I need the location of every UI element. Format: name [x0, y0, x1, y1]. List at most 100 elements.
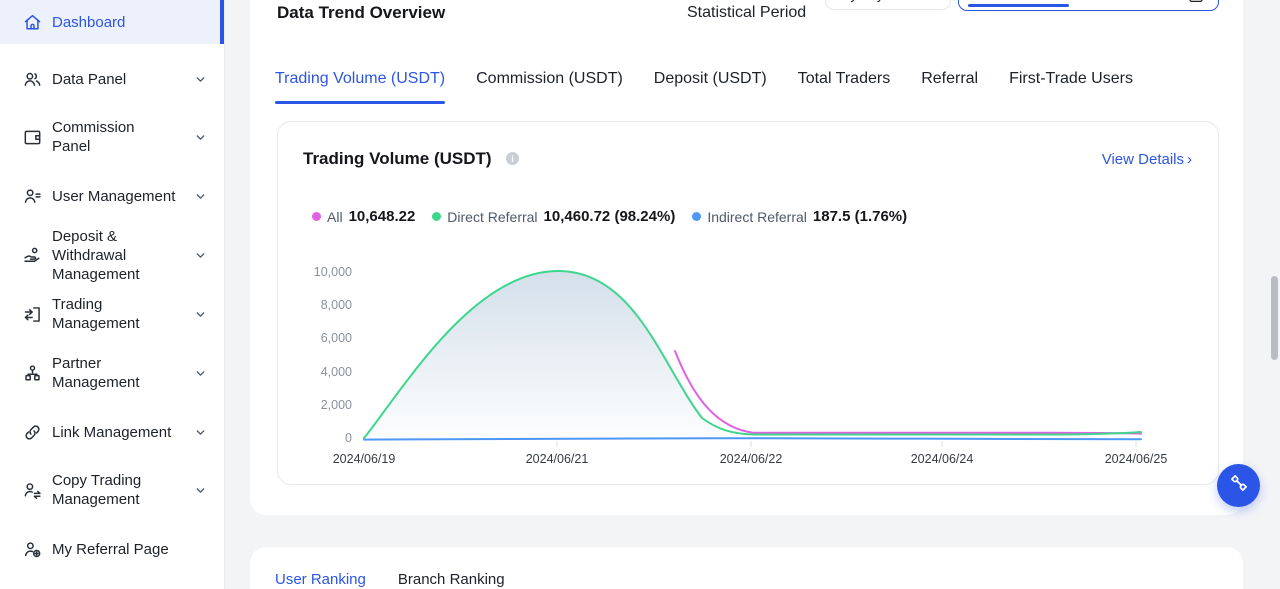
- sidebar-item-label: Copy Trading Management: [52, 471, 176, 509]
- sidebar: Dashboard Data Panel Commission Panel User …: [0, 0, 225, 589]
- y-axis-tick-label: 8,000: [282, 298, 352, 312]
- legend-dot-icon: [692, 212, 701, 221]
- sidebar-item-copy-trading-management[interactable]: Copy Trading Management: [0, 468, 224, 512]
- legend-dot-icon: [312, 212, 321, 221]
- legend-name: All: [327, 209, 343, 225]
- sidebar-item-commission-panel[interactable]: Commission Panel: [0, 115, 224, 159]
- legend-dot-icon: [432, 212, 441, 221]
- legend-value: 10,648.22: [349, 208, 416, 225]
- tab-first-trade-users[interactable]: First-Trade Users: [1009, 70, 1133, 112]
- tab-user-ranking[interactable]: User Ranking: [275, 571, 366, 588]
- data-trend-panel: Data Trend Overview Statistical Period B…: [250, 0, 1243, 515]
- view-details-label: View Details: [1102, 151, 1184, 168]
- legend-item[interactable]: Indirect Referral 187.5 (1.76%): [692, 208, 907, 225]
- period-select[interactable]: By day: [825, 0, 951, 10]
- view-details-link[interactable]: View Details ›: [1102, 151, 1192, 168]
- x-axis-tick-label: 2024/06/21: [512, 452, 602, 466]
- sidebar-item-label: User Management: [52, 187, 176, 206]
- copy-trading-icon: [21, 479, 43, 501]
- x-axis-tick-label: 2024/06/19: [319, 452, 409, 466]
- legend-item[interactable]: All 10,648.22: [312, 208, 415, 225]
- chevron-down-icon: [924, 0, 938, 3]
- sidebar-item-my-referral-page[interactable]: My Referral Page: [0, 527, 224, 571]
- sidebar-item-label: Deposit & Withdrawal Management: [52, 227, 176, 284]
- series-indirect-referral-line: [364, 438, 1141, 439]
- date-from-focus-underline: [968, 4, 1069, 7]
- series-all-line: [675, 351, 1141, 434]
- home-icon: [21, 11, 43, 33]
- user-management-icon: [21, 185, 43, 207]
- y-axis-tick-label: 6,000: [282, 331, 352, 345]
- sidebar-item-dashboard[interactable]: Dashboard: [0, 0, 224, 44]
- page-scrollbar-thumb[interactable]: [1271, 276, 1278, 360]
- date-separator: –: [1077, 0, 1085, 2]
- my-referral-icon: [21, 538, 43, 560]
- sidebar-item-label: Trading Management: [52, 295, 176, 333]
- trading-volume-chart[interactable]: [357, 256, 1157, 456]
- legend-name: Indirect Referral: [707, 209, 807, 225]
- legend-item[interactable]: Direct Referral 10,460.72 (98.24%): [432, 208, 675, 225]
- date-range-input[interactable]: 2024/06/01 – 2024/06/30: [958, 0, 1219, 11]
- date-from-value: 2024/06/01: [973, 0, 1048, 2]
- link-icon: [21, 421, 43, 443]
- sidebar-item-trading-management[interactable]: Trading Management: [0, 292, 224, 336]
- x-axis-tick-label: 2024/06/25: [1091, 452, 1181, 466]
- legend-value: 10,460.72 (98.24%): [544, 208, 676, 225]
- sidebar-item-user-management[interactable]: User Management: [0, 174, 224, 218]
- info-icon[interactable]: i: [506, 152, 519, 165]
- commission-panel-icon: [21, 126, 43, 148]
- sidebar-item-link-management[interactable]: Link Management: [0, 410, 224, 454]
- tab-total-traders[interactable]: Total Traders: [798, 70, 890, 112]
- legend-value: 187.5 (1.76%): [813, 208, 907, 225]
- tab-deposit-usdt[interactable]: Deposit (USDT): [654, 70, 767, 112]
- x-axis-tick-label: 2024/06/24: [897, 452, 987, 466]
- legend-name: Direct Referral: [447, 209, 537, 225]
- tab-referral[interactable]: Referral: [921, 70, 978, 112]
- sidebar-item-label: Link Management: [52, 423, 176, 442]
- ranking-tabbar: User Ranking Branch Ranking: [275, 571, 505, 588]
- chevron-down-icon: [194, 425, 208, 439]
- chevron-down-icon: [194, 366, 208, 380]
- sidebar-item-data-panel[interactable]: Data Panel: [0, 57, 224, 101]
- chevron-down-icon: [194, 307, 208, 321]
- statistical-period-label: Statistical Period: [687, 4, 806, 22]
- page-title: Data Trend Overview: [277, 3, 445, 23]
- ranking-panel: User Ranking Branch Ranking: [250, 547, 1243, 589]
- y-axis-tick-label: 0: [282, 431, 352, 445]
- quick-link-fab[interactable]: [1217, 464, 1260, 507]
- tab-branch-ranking[interactable]: Branch Ranking: [398, 571, 505, 588]
- plug-link-icon: [1228, 472, 1250, 499]
- y-axis-tick-label: 10,000: [282, 265, 352, 279]
- data-panel-users-icon: [21, 68, 43, 90]
- x-axis-ticks: [557, 441, 1136, 447]
- chevron-down-icon: [194, 248, 208, 262]
- chevron-down-icon: [194, 72, 208, 86]
- sidebar-item-deposit-withdrawal-management[interactable]: Deposit & Withdrawal Management: [0, 225, 224, 285]
- sidebar-item-label: Dashboard: [52, 13, 176, 32]
- sidebar-item-label: Commission Panel: [52, 118, 176, 156]
- y-axis-tick-label: 4,000: [282, 365, 352, 379]
- tab-commission-usdt[interactable]: Commission (USDT): [476, 70, 623, 112]
- y-axis-tick-label: 2,000: [282, 398, 352, 412]
- sidebar-item-partner-management[interactable]: Partner Management: [0, 351, 224, 395]
- sidebar-item-label: My Referral Page: [52, 540, 176, 559]
- card-title: Trading Volume (USDT): [303, 149, 492, 169]
- trading-volume-card: Trading Volume (USDT) i View Details › A…: [277, 121, 1219, 485]
- trading-management-icon: [21, 303, 43, 325]
- dashboard-page: Dashboard Data Panel Commission Panel User …: [0, 0, 1280, 589]
- calendar-icon[interactable]: [1187, 0, 1205, 4]
- sidebar-item-label: Data Panel: [52, 70, 176, 89]
- partner-management-icon: [21, 362, 43, 384]
- chevron-down-icon: [194, 483, 208, 497]
- area-fill: [364, 271, 1141, 439]
- x-axis-tick-label: 2024/06/22: [706, 452, 796, 466]
- chevron-down-icon: [194, 130, 208, 144]
- chevron-right-icon: ›: [1187, 151, 1192, 168]
- deposit-withdrawal-icon: [21, 244, 43, 266]
- chart-legend: All 10,648.22 Direct Referral 10,460.72 (98…: [312, 208, 907, 225]
- period-select-value: By day: [841, 0, 884, 2]
- date-to-value: 2024/06/30: [1096, 0, 1171, 2]
- sidebar-item-label: Partner Management: [52, 354, 176, 392]
- metric-tabbar: Trading Volume (USDT) Commission (USDT) De…: [275, 70, 1133, 112]
- tab-trading-volume-usdt[interactable]: Trading Volume (USDT): [275, 70, 445, 112]
